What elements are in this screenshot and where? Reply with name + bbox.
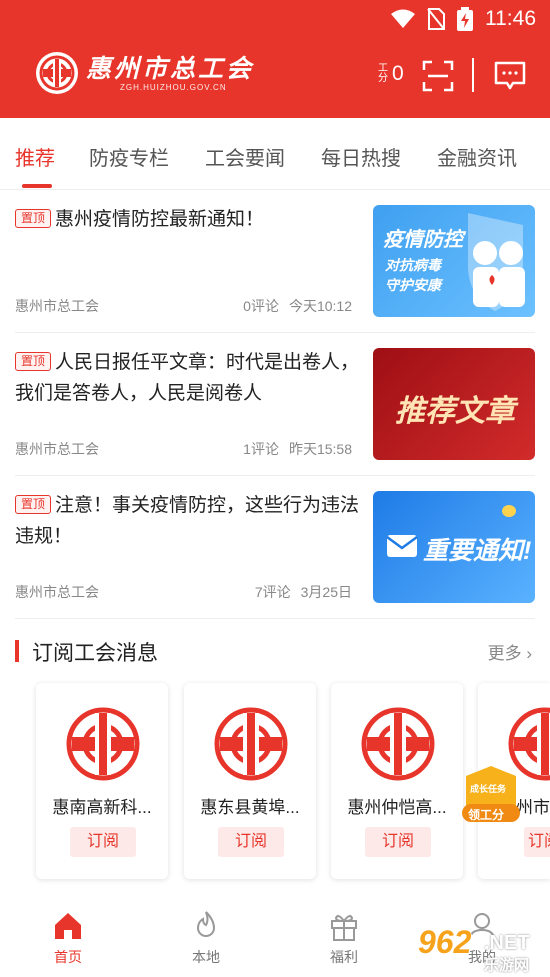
union-card[interactable]: 惠东县黄埠... 订阅 <box>184 683 316 879</box>
status-time: 11:46 <box>485 7 536 30</box>
header-divider <box>472 58 474 92</box>
watermark-suffix: .NET <box>484 932 530 954</box>
news-time: 3月25日 <box>300 584 352 600</box>
subscribe-button[interactable]: 订阅 <box>365 827 431 857</box>
thumb-line: 对抗病毒 <box>385 257 441 273</box>
union-emblem-icon <box>66 707 140 781</box>
union-emblem-icon <box>361 707 435 781</box>
news-source: 惠州市总工会 <box>15 298 99 314</box>
more-link[interactable]: 更多 › <box>488 639 532 664</box>
tab-finance[interactable]: 金融资讯 <box>437 142 517 171</box>
points-label: 工分 <box>378 63 388 84</box>
points-value: 0 <box>392 62 404 85</box>
subscribe-button[interactable]: 订阅 <box>524 827 550 857</box>
home-icon <box>55 913 81 939</box>
news-meta: 1评论 昨天15:58 <box>243 439 352 459</box>
news-meta: 7评论 3月25日 <box>255 582 352 602</box>
wifi-icon <box>391 9 415 28</box>
no-sim-icon <box>427 8 445 30</box>
task-line2: 领工分 <box>468 808 505 822</box>
news-meta: 0评论 今天10:12 <box>243 296 352 316</box>
nav-welfare[interactable]: 福利 <box>314 910 374 967</box>
news-thumbnail: 推荐文章 <box>373 348 535 460</box>
news-time: 今天10:12 <box>288 298 352 314</box>
subscribe-button[interactable]: 订阅 <box>218 827 284 857</box>
tab-epidemic[interactable]: 防疫专栏 <box>89 142 169 171</box>
nav-label: 首页 <box>54 949 82 965</box>
chevron-right-icon: › <box>526 644 532 663</box>
watermark-logo: 962 .NET 乐游网 <box>418 924 550 976</box>
nav-label: 本地 <box>192 949 220 965</box>
union-emblem-icon <box>214 707 288 781</box>
points-indicator[interactable]: 工分 0 <box>378 62 404 86</box>
growth-task-badge[interactable]: 成长任务 领工分 <box>458 766 524 826</box>
pinned-badge: 置顶 <box>15 209 52 228</box>
scan-icon[interactable] <box>422 60 454 92</box>
news-title-text: 惠州疫情防控最新通知！ <box>55 209 265 230</box>
news-title-text: 注意！事关疫情防控，这些行为违法违规！ <box>15 495 360 547</box>
tab-daily-hot[interactable]: 每日热搜 <box>321 142 401 171</box>
news-title-text: 人民日报任平文章：时代是出卷人，我们是答卷人，人民是阅卷人 <box>15 352 360 404</box>
pinned-badge: 置顶 <box>15 352 52 371</box>
news-time: 昨天15:58 <box>288 441 352 457</box>
category-tabs: 推荐 防疫专栏 工会要闻 每日热搜 金融资讯 <box>0 118 550 190</box>
active-tab-indicator <box>22 184 52 188</box>
news-comments: 7评论 <box>254 584 291 600</box>
thumb-line: 疫情防控 <box>383 229 463 251</box>
news-item[interactable]: 置顶 注意！事关疫情防控，这些行为违法违规！ 惠州市总工会 7评论 3月25日 重要… <box>0 476 550 619</box>
status-bar: 11:46 <box>0 0 550 38</box>
watermark-number: 962 <box>418 924 472 960</box>
nav-home[interactable]: 首页 <box>38 910 98 967</box>
news-item[interactable]: 置顶 人民日报任平文章：时代是出卷人，我们是答卷人，人民是阅卷人 惠州市总工会 1… <box>0 333 550 476</box>
watermark-site: 乐游网 <box>484 957 530 974</box>
gift-icon <box>331 915 357 941</box>
thumb-line: 推荐文章 <box>395 395 515 428</box>
task-line1: 成长任务 <box>470 784 507 794</box>
tab-recommend[interactable]: 推荐 <box>15 142 55 171</box>
nav-label: 福利 <box>330 949 358 965</box>
news-thumbnail: 疫情防控 对抗病毒 守护安康 <box>373 205 535 317</box>
card-name: 惠东县黄埠... <box>200 798 300 817</box>
subscribe-section-header: 订阅工会消息 更多 › <box>0 632 550 672</box>
flame-icon <box>196 911 216 937</box>
tab-union-news[interactable]: 工会要闻 <box>205 142 285 171</box>
section-accent-bar <box>15 640 19 662</box>
news-source: 惠州市总工会 <box>15 584 99 600</box>
news-comments: 0评论 <box>243 298 279 314</box>
section-title: 订阅工会消息 <box>32 642 158 665</box>
union-card[interactable]: 惠南高新科... 订阅 <box>36 683 168 879</box>
logo-subtitle: ZGH.HUIZHOU.GOV.CN <box>120 82 227 92</box>
news-title: 置顶 人民日报任平文章：时代是出卷人，我们是答卷人，人民是阅卷人 <box>15 347 360 409</box>
logo-title: 惠州市总工会 <box>86 53 255 83</box>
nav-local[interactable]: 本地 <box>176 910 236 967</box>
pinned-badge: 置顶 <box>15 495 52 514</box>
news-item[interactable]: 置顶 惠州疫情防控最新通知！ 惠州市总工会 0评论 今天10:12 疫情防控 对抗病… <box>0 190 550 333</box>
union-card[interactable]: 惠州仲恺高... 订阅 <box>331 683 463 879</box>
news-title: 置顶 惠州疫情防控最新通知！ <box>15 204 360 235</box>
news-comments: 1评论 <box>243 441 279 457</box>
card-name: 惠南高新科... <box>52 798 152 817</box>
subscribe-button[interactable]: 订阅 <box>70 827 136 857</box>
app-header: 11:46 惠州市总工会 ZGH.HUIZHOU.GOV.CN 工分 0 <box>0 0 550 118</box>
news-title: 置顶 注意！事关疫情防控，这些行为违法违规！ <box>15 490 360 552</box>
thumb-line: 重要通知! <box>423 537 532 565</box>
more-label: 更多 <box>487 644 522 663</box>
divider <box>15 618 535 619</box>
battery-charging-icon <box>457 7 473 31</box>
news-thumbnail: 重要通知! <box>373 491 535 603</box>
union-emblem-icon <box>36 52 78 94</box>
card-name: 惠州仲恺高... <box>347 798 447 817</box>
app-logo: 惠州市总工会 ZGH.HUIZHOU.GOV.CN <box>36 52 254 94</box>
message-icon[interactable] <box>494 60 526 92</box>
news-source: 惠州市总工会 <box>15 441 99 457</box>
thumb-line: 守护安康 <box>385 277 441 293</box>
